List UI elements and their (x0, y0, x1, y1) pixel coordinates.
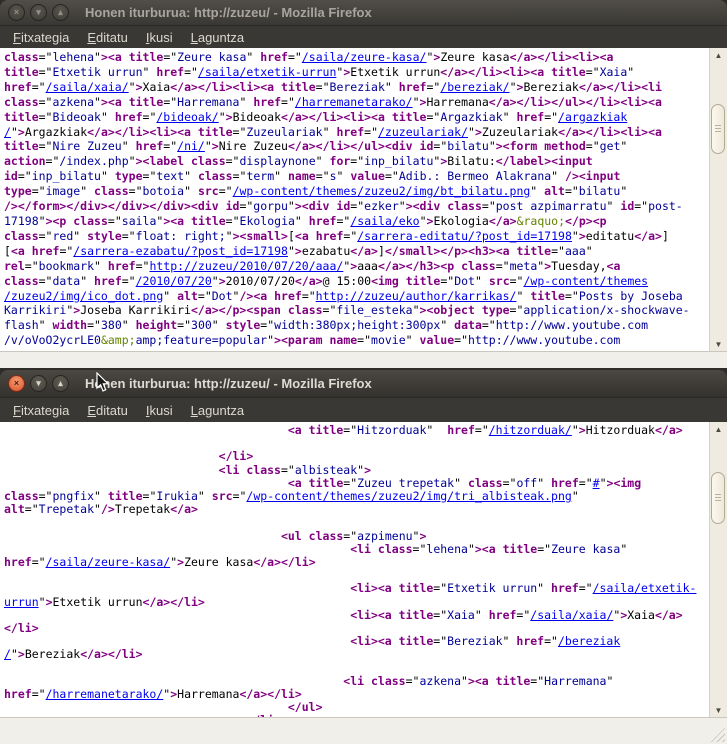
source-code: class="lehena"><a title="Zeure kasa" hre… (0, 48, 727, 348)
scroll-up-icon[interactable]: ▲ (710, 48, 727, 63)
code-line: class="lehena"><a title="Zeure kasa" hre… (4, 50, 723, 65)
code-line: href="/saila/xaia/">Xaia</a></li><li><a … (4, 80, 723, 95)
scrollbar-grip-icon (715, 125, 721, 133)
code-line: rel="bookmark" href="http://zuzeu/2010/0… (4, 259, 723, 274)
resize-grip-icon[interactable] (710, 727, 725, 742)
window-controls: × ▾ ▴ (8, 375, 69, 392)
close-icon[interactable]: × (8, 375, 25, 392)
window-controls: × ▾ ▴ (8, 4, 69, 21)
code-line: id="inp_bilatu" type="text" class="term"… (4, 169, 723, 184)
code-line: class="azkena"><a title="Harremana" href… (4, 95, 723, 110)
maximize-icon[interactable]: ▴ (52, 375, 69, 392)
viewsource-window-bottom: × ▾ ▴ Honen iturburua: http://zuzeu/ - M… (0, 370, 727, 744)
scrollbar-grip-icon (715, 494, 721, 502)
viewsource-window-top: × ▾ ▴ Honen iturburua: http://zuzeu/ - M… (0, 0, 727, 368)
scrollbar-thumb[interactable] (711, 104, 725, 154)
code-line: title="Bideoak" href="/bideoak/">Bideoak… (4, 110, 723, 125)
code-line: action="/index.php"><label class="displa… (4, 154, 723, 169)
menubar: FitxategiaEditatuIkusiLaguntza (0, 398, 727, 422)
window-title: Honen iturburua: http://zuzeu/ - Mozilla… (85, 5, 372, 20)
code-line: <a title="Hitzorduak" href="/hitzorduak/… (4, 424, 723, 437)
code-line: /">Argazkiak</a></li><li><a title="Zuzeu… (4, 125, 723, 140)
vertical-scrollbar[interactable]: ▲ ▼ (709, 48, 727, 352)
menubar: FitxategiaEditatuIkusiLaguntza (0, 26, 727, 48)
source-code: <a title="Hitzorduak" href="/hitzorduak/… (0, 422, 727, 718)
menu-item-editatu[interactable]: Editatu (78, 28, 136, 47)
code-line: /v/oVoO2ycrLE0&amp;amp;feature=popular">… (4, 333, 723, 348)
titlebar[interactable]: × ▾ ▴ Honen iturburua: http://zuzeu/ - M… (0, 370, 727, 398)
scroll-down-icon[interactable]: ▼ (710, 337, 727, 352)
status-bar (0, 717, 727, 744)
code-line: title="Etxetik urrun" href="/saila/etxet… (4, 65, 723, 80)
minimize-icon[interactable]: ▾ (30, 375, 47, 392)
code-line: class="red" style="float: right;"><small… (4, 229, 723, 244)
titlebar[interactable]: × ▾ ▴ Honen iturburua: http://zuzeu/ - M… (0, 0, 727, 26)
code-line: title="Nire Zuzeu" href="/ni/">Nire Zuze… (4, 139, 723, 154)
menu-item-editatu[interactable]: Editatu (78, 401, 136, 420)
source-view: <a title="Hitzorduak" href="/hitzorduak/… (0, 422, 727, 718)
code-line: flash" width="380" height="300" style="w… (4, 318, 723, 333)
code-line: class="data" href="/2010/07/20">2010/07/… (4, 274, 723, 289)
menu-item-laguntza[interactable]: Laguntza (182, 28, 254, 47)
code-line: /">Bereziak</a></li> (4, 648, 723, 661)
code-line: /></form></div></div></div><div id="gorp… (4, 199, 723, 214)
minimize-icon[interactable]: ▾ (30, 4, 47, 21)
code-line: href="/saila/zeure-kasa/">Zeure kasa</a>… (4, 556, 723, 569)
window-title: Honen iturburua: http://zuzeu/ - Mozilla… (85, 376, 372, 391)
source-view: class="lehena"><a title="Zeure kasa" hre… (0, 48, 727, 352)
vertical-scrollbar[interactable]: ▲ ▼ (709, 422, 727, 718)
code-line: type="image" class="botoia" src="/wp-con… (4, 184, 723, 199)
menu-item-laguntza[interactable]: Laguntza (182, 401, 254, 420)
maximize-icon[interactable]: ▴ (52, 4, 69, 21)
scroll-down-icon[interactable]: ▼ (710, 703, 727, 718)
code-line: alt="Trepetak"/>Trepetak</a> (4, 503, 723, 516)
code-line: /zuzeu2/img/ico_dot.png" alt="Dot"/><a h… (4, 289, 723, 304)
menu-item-fitxategia[interactable]: Fitxategia (4, 401, 78, 420)
code-line: [<a href="/sarrera-ezabatu/?post_id=1719… (4, 244, 723, 259)
code-line: <li><a title="Xaia" href="/saila/xaia/">… (4, 609, 723, 622)
menu-item-ikusi[interactable]: Ikusi (137, 28, 182, 47)
scrollbar-thumb[interactable] (711, 472, 725, 524)
scroll-up-icon[interactable]: ▲ (710, 422, 727, 437)
close-icon[interactable]: × (8, 4, 25, 21)
menu-item-ikusi[interactable]: Ikusi (137, 401, 182, 420)
code-line: Karrikiri">Joseba Karrikiri</a></p><span… (4, 303, 723, 318)
status-bar (0, 351, 727, 368)
menu-item-fitxategia[interactable]: Fitxategia (4, 28, 78, 47)
code-line: 17198"><p class="saila"><a title="Ekolog… (4, 214, 723, 229)
